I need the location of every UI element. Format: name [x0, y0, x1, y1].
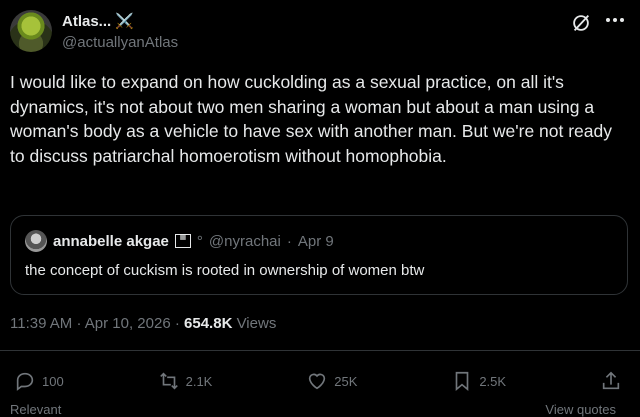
sword-emoji: ⚔️: [115, 13, 134, 30]
views-count[interactable]: 654.8K: [184, 315, 232, 332]
post-meta: 11:39 AM · Apr 10, 2026 · 654.8K Views: [10, 315, 276, 332]
more-icon[interactable]: [606, 18, 628, 24]
share-icon: [602, 371, 620, 390]
repost-icon: [159, 372, 178, 390]
author-display-name-text[interactable]: Atlas...: [62, 13, 111, 30]
quoted-handle: @nyrachai: [208, 232, 281, 250]
qr-badge-icon: ▦: [174, 234, 191, 248]
quoted-post[interactable]: annabelle akgae ▦ ° @nyrachai · Apr 9 th…: [10, 215, 628, 295]
share-button[interactable]: [600, 370, 622, 392]
like-icon: [309, 373, 326, 390]
quoted-header: annabelle akgae ▦ ° @nyrachai · Apr 9: [25, 230, 334, 252]
divider-top: [0, 350, 640, 351]
reply-icon: [16, 372, 34, 391]
reply-count: 100: [42, 373, 64, 389]
sort-relevant[interactable]: Relevant: [10, 402, 61, 417]
author-avatar[interactable]: [10, 10, 52, 52]
bookmark-count: 2.5K: [479, 373, 507, 389]
meta-separator-2: ·: [174, 315, 180, 332]
quoted-text: the concept of cuckism is rooted in owne…: [25, 262, 425, 279]
post-date[interactable]: Apr 10, 2026: [85, 315, 171, 332]
post-text: I would like to expand on how cuckolding…: [10, 72, 613, 166]
view-quotes-link[interactable]: View quotes: [545, 402, 616, 417]
quoted-badge: °: [196, 232, 203, 250]
quoted-separator: ·: [286, 232, 292, 250]
author-names: Atlas... ⚔️ @actuallyanAtlas: [62, 12, 178, 52]
action-bar: 100 2.1K 25K 2.5K: [14, 368, 622, 394]
bookmark-button[interactable]: 2.5K: [451, 370, 506, 392]
grok-icon[interactable]: [570, 12, 592, 34]
quoted-avatar: [25, 230, 47, 252]
quoted-display-name: annabelle akgae: [53, 232, 169, 250]
post-time[interactable]: 11:39 AM: [10, 315, 72, 332]
meta-separator: ·: [76, 315, 82, 332]
post-header: Atlas... ⚔️ @actuallyanAtlas: [10, 10, 630, 58]
views-label: Views: [236, 315, 277, 332]
repost-count: 2.1K: [185, 373, 213, 389]
author-handle[interactable]: @actuallyanAtlas: [62, 34, 178, 51]
reply-button[interactable]: 100: [14, 370, 64, 392]
bookmark-icon: [455, 371, 469, 392]
like-button[interactable]: 25K: [306, 370, 357, 392]
author-display-name[interactable]: Atlas... ⚔️: [62, 12, 178, 31]
repost-button[interactable]: 2.1K: [158, 370, 213, 392]
like-count: 25K: [334, 373, 358, 389]
quoted-date: Apr 9: [297, 232, 334, 250]
